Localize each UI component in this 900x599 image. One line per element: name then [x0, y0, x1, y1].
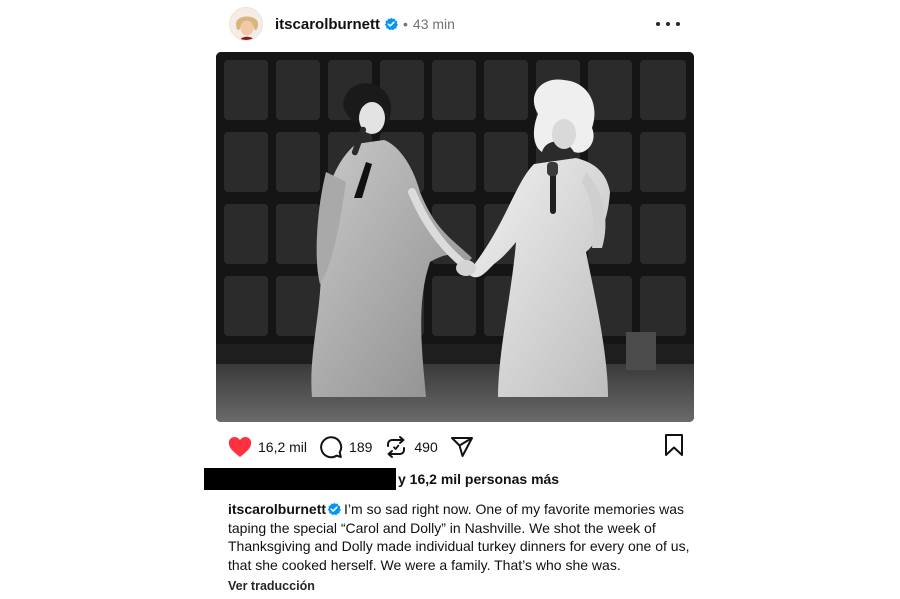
- bookmark-icon: [665, 433, 683, 456]
- comment-icon: [320, 436, 343, 459]
- avatar[interactable]: [229, 7, 263, 41]
- like-button[interactable]: 16,2 mil: [228, 436, 307, 458]
- post-time[interactable]: 43 min: [413, 16, 455, 32]
- share-icon: [450, 437, 473, 457]
- heart-icon: [228, 437, 252, 457]
- like-count: 16,2 mil: [258, 439, 308, 455]
- post-photo[interactable]: [216, 52, 694, 422]
- separator-dot: •: [403, 16, 408, 32]
- see-translation-link[interactable]: Ver traducción: [228, 579, 315, 593]
- repost-icon: [387, 436, 406, 458]
- post-caption: itscarolburnett I’m so sad right now. On…: [228, 500, 698, 574]
- verified-icon: [384, 17, 399, 31]
- liked-by-line[interactable]: y 16,2 mil personas más: [204, 468, 559, 490]
- save-button[interactable]: [664, 433, 684, 462]
- stage-photo-image: [216, 52, 694, 422]
- repost-button[interactable]: 490: [384, 435, 438, 459]
- post-actions: 16,2 mil 189 490: [228, 433, 684, 461]
- verified-icon: [327, 502, 342, 516]
- share-button[interactable]: [450, 435, 474, 459]
- post-username[interactable]: itscarolburnett: [275, 16, 380, 33]
- redacted-usernames: [204, 468, 396, 490]
- comment-button[interactable]: 189: [319, 435, 372, 459]
- comment-count: 189: [349, 439, 373, 455]
- liked-by-text: y 16,2 mil personas más: [398, 471, 560, 487]
- post-header: itscarolburnett • 43 min: [229, 5, 694, 43]
- repost-count: 490: [414, 439, 438, 455]
- more-icon[interactable]: [656, 14, 680, 34]
- caption-username[interactable]: itscarolburnett: [228, 501, 326, 517]
